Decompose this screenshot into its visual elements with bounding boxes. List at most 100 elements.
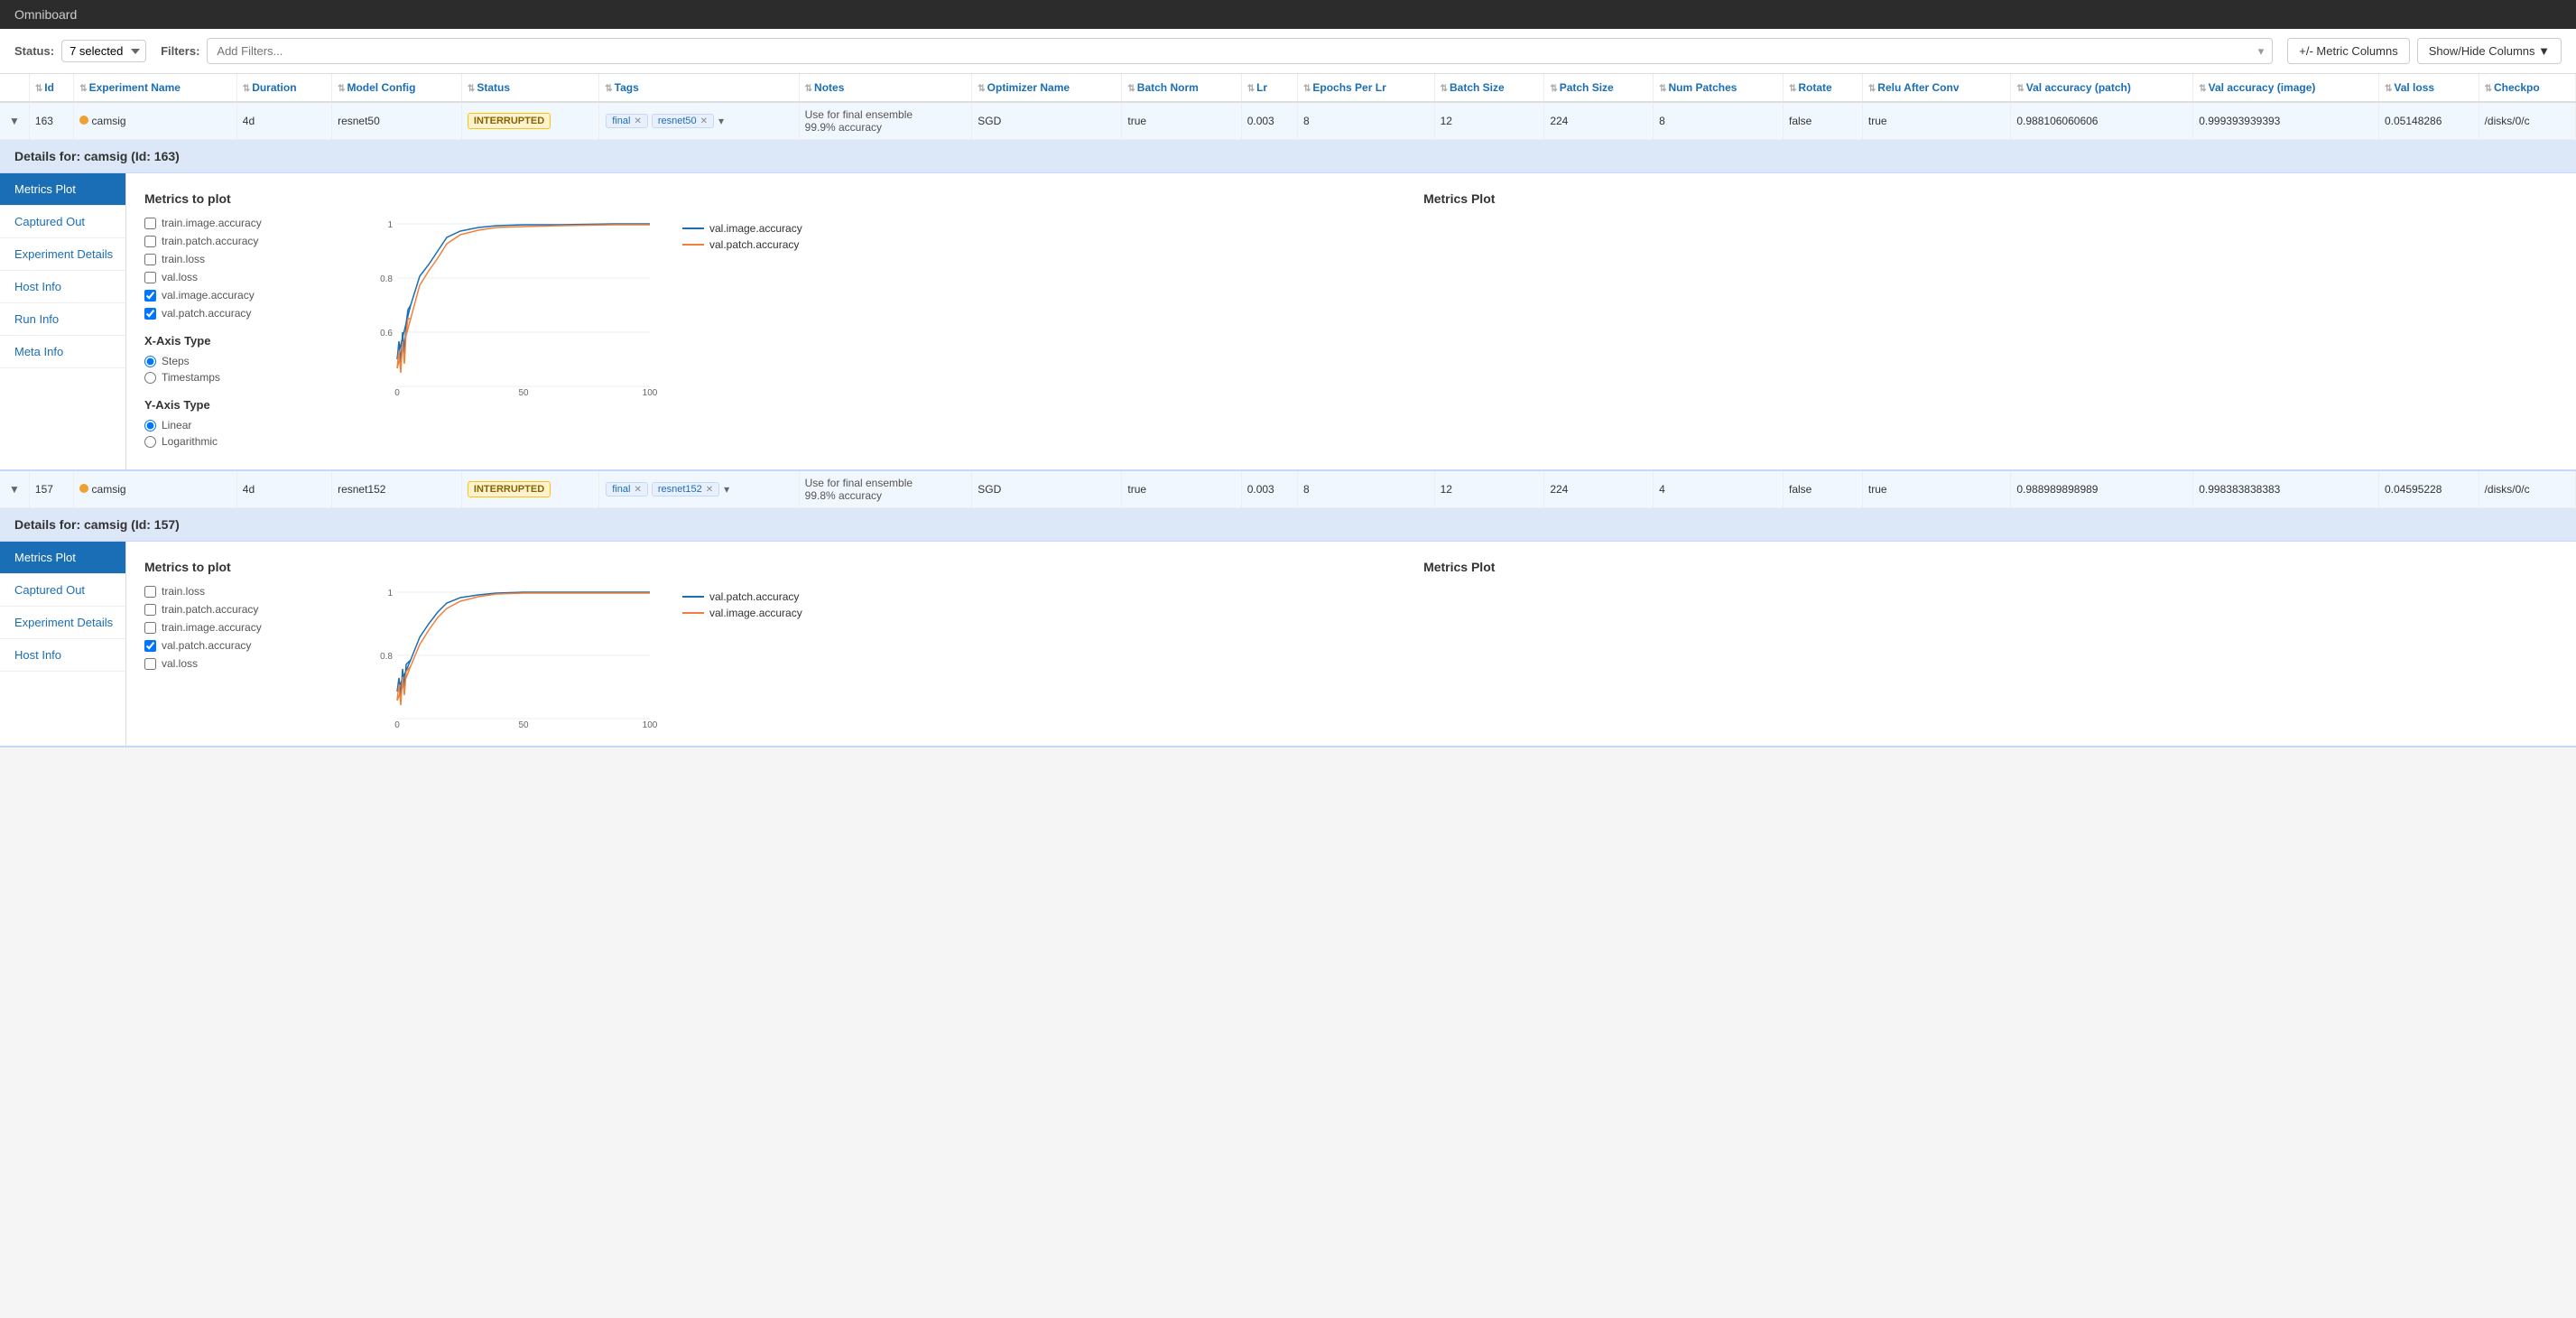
- checkbox-val-patch-accuracy-157[interactable]: val.patch.accuracy: [144, 639, 325, 652]
- th-notes[interactable]: ⇅Notes: [799, 74, 972, 102]
- checkbox-val-loss-157[interactable]: val.loss: [144, 657, 325, 670]
- num-patches-157: 4: [1654, 471, 1784, 508]
- tag-dropdown-157[interactable]: ▾: [722, 481, 731, 497]
- legend-item-orange-163: val.patch.accuracy: [682, 238, 802, 251]
- id-157: 157: [29, 471, 73, 508]
- status-select[interactable]: 7 selected: [61, 40, 146, 62]
- metrics-section-163: Metrics to plot train.image.accuracy tra…: [144, 191, 2558, 451]
- cb-val-image-163[interactable]: [144, 290, 156, 302]
- checkbox-val-image-accuracy-163[interactable]: val.image.accuracy: [144, 289, 325, 302]
- checkbox-train-image-accuracy-163[interactable]: train.image.accuracy: [144, 217, 325, 229]
- table-row: ▼ 163 camsig 4d resnet50 INTERRUPTED fin…: [0, 102, 2576, 140]
- checkbox-train-patch-accuracy-157[interactable]: train.patch.accuracy: [144, 603, 325, 616]
- lr-157: 0.003: [1241, 471, 1297, 508]
- chart-title-157: Metrics Plot: [361, 560, 2558, 574]
- sidebar-metrics-plot-163[interactable]: Metrics Plot: [0, 173, 125, 206]
- checkbox-train-loss-163[interactable]: train.loss: [144, 253, 325, 265]
- th-id[interactable]: ⇅Id: [29, 74, 73, 102]
- sidebar-metrics-plot-157[interactable]: Metrics Plot: [0, 542, 125, 574]
- tag-remove-final-157[interactable]: ✕: [634, 485, 641, 495]
- patch-size-157: 224: [1544, 471, 1654, 508]
- details-row-163: Details for: camsig (Id: 163) Metrics Pl…: [0, 140, 2576, 472]
- checkbox-train-loss-157[interactable]: train.loss: [144, 585, 325, 598]
- cb-val-loss-157[interactable]: [144, 658, 156, 670]
- rotate-163: false: [1783, 102, 1862, 140]
- tags-cell-163: final ✕ resnet50 ✕ ▾: [605, 113, 792, 129]
- sidebar-meta-info-163[interactable]: Meta Info: [0, 336, 125, 368]
- th-lr[interactable]: ⇅Lr: [1241, 74, 1297, 102]
- cb-train-patch-163[interactable]: [144, 236, 156, 247]
- th-epochs-per-lr[interactable]: ⇅Epochs Per Lr: [1297, 74, 1434, 102]
- cb-train-patch-157[interactable]: [144, 604, 156, 616]
- batch-norm-157: true: [1122, 471, 1241, 508]
- tag-dropdown-163[interactable]: ▾: [717, 113, 726, 129]
- id-163: 163: [29, 102, 73, 140]
- cb-train-image-157[interactable]: [144, 622, 156, 634]
- radio-steps-163[interactable]: Steps: [144, 355, 325, 367]
- th-val-loss[interactable]: ⇅Val loss: [2378, 74, 2479, 102]
- sidebar-captured-out-157[interactable]: Captured Out: [0, 574, 125, 607]
- legend-label-blue-157: val.patch.accuracy: [709, 590, 799, 603]
- th-model-config[interactable]: ⇅Model Config: [332, 74, 462, 102]
- tag-chip-final-157: final ✕: [606, 482, 648, 497]
- tag-remove-final-163[interactable]: ✕: [634, 116, 641, 126]
- radio-logarithmic-163[interactable]: Logarithmic: [144, 435, 325, 448]
- cb-val-patch-157[interactable]: [144, 640, 156, 652]
- th-batch-size[interactable]: ⇅Batch Size: [1434, 74, 1544, 102]
- th-status[interactable]: ⇅Status: [461, 74, 598, 102]
- chart-wrap-157: 1 0.8 0 50 100: [361, 583, 668, 728]
- th-exp-name[interactable]: ⇅Experiment Name: [74, 74, 237, 102]
- checkbox-val-loss-163[interactable]: val.loss: [144, 271, 325, 283]
- th-relu-after-conv[interactable]: ⇅Relu After Conv: [1862, 74, 2010, 102]
- th-duration[interactable]: ⇅Duration: [236, 74, 331, 102]
- th-val-acc-patch[interactable]: ⇅Val accuracy (patch): [2011, 74, 2193, 102]
- chart-container-157: Metrics Plot: [361, 560, 2558, 728]
- expand-cell-157[interactable]: ▼: [0, 471, 29, 508]
- checkbox-train-image-accuracy-157[interactable]: train.image.accuracy: [144, 621, 325, 634]
- legend-item-blue-163: val.image.accuracy: [682, 222, 802, 235]
- sidebar-host-info-157[interactable]: Host Info: [0, 639, 125, 672]
- tag-remove-resnet152-157[interactable]: ✕: [706, 485, 713, 495]
- th-num-patches[interactable]: ⇅Num Patches: [1654, 74, 1784, 102]
- th-batch-norm[interactable]: ⇅Batch Norm: [1122, 74, 1241, 102]
- app-title: Omniboard: [14, 7, 77, 22]
- cb-train-loss-163[interactable]: [144, 254, 156, 265]
- filter-input[interactable]: [207, 38, 2273, 64]
- status-badge-157: INTERRUPTED: [468, 481, 551, 497]
- rotate-157: false: [1783, 471, 1862, 508]
- checkbox-val-patch-accuracy-163[interactable]: val.patch.accuracy: [144, 307, 325, 320]
- sidebar-host-info-163[interactable]: Host Info: [0, 271, 125, 303]
- th-tags[interactable]: ⇅Tags: [599, 74, 799, 102]
- th-rotate[interactable]: ⇅Rotate: [1783, 74, 1862, 102]
- legend-line-orange-163: [682, 244, 704, 246]
- lr-163: 0.003: [1241, 102, 1297, 140]
- metrics-to-plot-heading-157: Metrics to plot: [144, 560, 325, 574]
- cb-val-patch-163[interactable]: [144, 308, 156, 320]
- sidebar-run-info-163[interactable]: Run Info: [0, 303, 125, 336]
- th-patch-size[interactable]: ⇅Patch Size: [1544, 74, 1654, 102]
- th-checkpoint[interactable]: ⇅Checkpo: [2479, 74, 2575, 102]
- cb-train-loss-157[interactable]: [144, 586, 156, 598]
- status-filter-group: Status: 7 selected: [14, 40, 146, 62]
- table-header-row: ⇅Id ⇅Experiment Name ⇅Duration ⇅Model Co…: [0, 74, 2576, 102]
- radio-timestamps-163[interactable]: Timestamps: [144, 371, 325, 384]
- th-optimizer[interactable]: ⇅Optimizer Name: [972, 74, 1122, 102]
- checkbox-train-patch-accuracy-163[interactable]: train.patch.accuracy: [144, 235, 325, 247]
- sidebar-captured-out-163[interactable]: Captured Out: [0, 206, 125, 238]
- details-body-157: Metrics Plot Captured Out Experiment Det…: [0, 542, 2576, 746]
- tag-chip-resnet50-163: resnet50 ✕: [652, 114, 714, 128]
- cb-val-loss-163[interactable]: [144, 272, 156, 283]
- legend-item-orange-157: val.image.accuracy: [682, 607, 802, 619]
- checkpoint-157: /disks/0/c: [2479, 471, 2575, 508]
- sidebar-experiment-details-163[interactable]: Experiment Details: [0, 238, 125, 271]
- radio-linear-163[interactable]: Linear: [144, 419, 325, 432]
- show-hide-columns-button[interactable]: Show/Hide Columns ▼: [2417, 38, 2562, 64]
- sidebar-experiment-details-157[interactable]: Experiment Details: [0, 607, 125, 639]
- legend-157: val.patch.accuracy val.image.accuracy: [682, 590, 802, 728]
- metric-columns-button[interactable]: +/- Metric Columns: [2287, 38, 2409, 64]
- th-val-acc-image[interactable]: ⇅Val accuracy (image): [2193, 74, 2379, 102]
- filters-group: Filters: ▾: [161, 38, 2273, 64]
- cb-train-image-163[interactable]: [144, 218, 156, 229]
- tag-remove-resnet50-163[interactable]: ✕: [700, 116, 708, 126]
- expand-cell-163[interactable]: ▼: [0, 102, 29, 140]
